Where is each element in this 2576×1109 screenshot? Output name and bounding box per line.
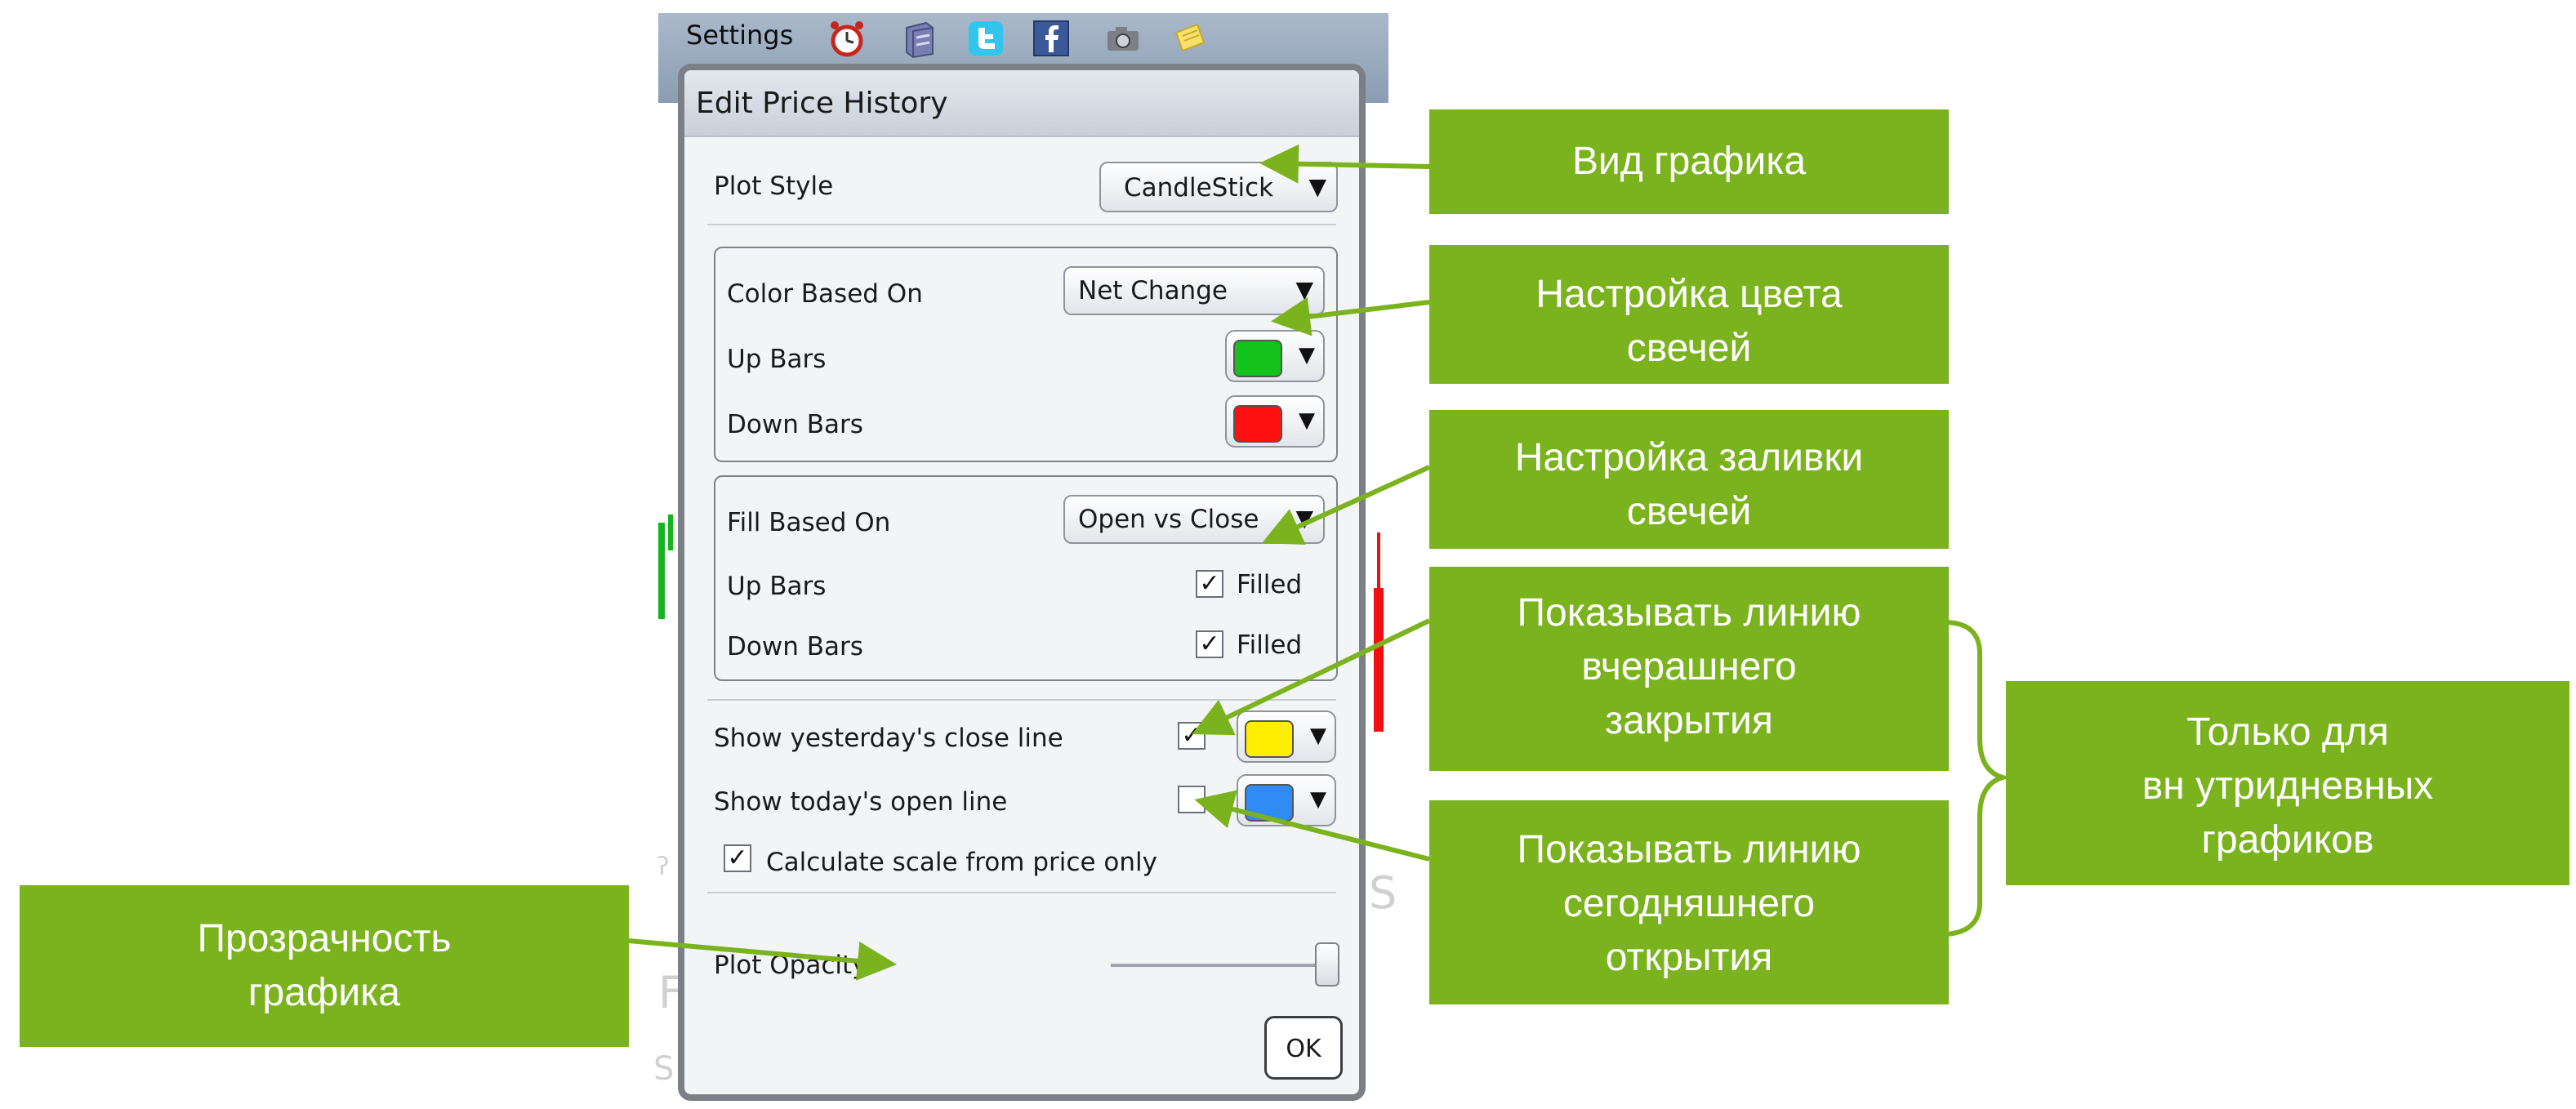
arrow-fill-based-on (1262, 465, 1431, 545)
arrow-plot-opacity (628, 938, 897, 981)
arrow-today-open (1194, 790, 1430, 862)
annotation-arrows (628, 144, 2012, 981)
brace (1946, 620, 2012, 937)
arrow-color-based-on (1271, 296, 1430, 336)
arrow-yesterday-close (1192, 618, 1431, 736)
arrow-plot-style (1259, 144, 1430, 184)
